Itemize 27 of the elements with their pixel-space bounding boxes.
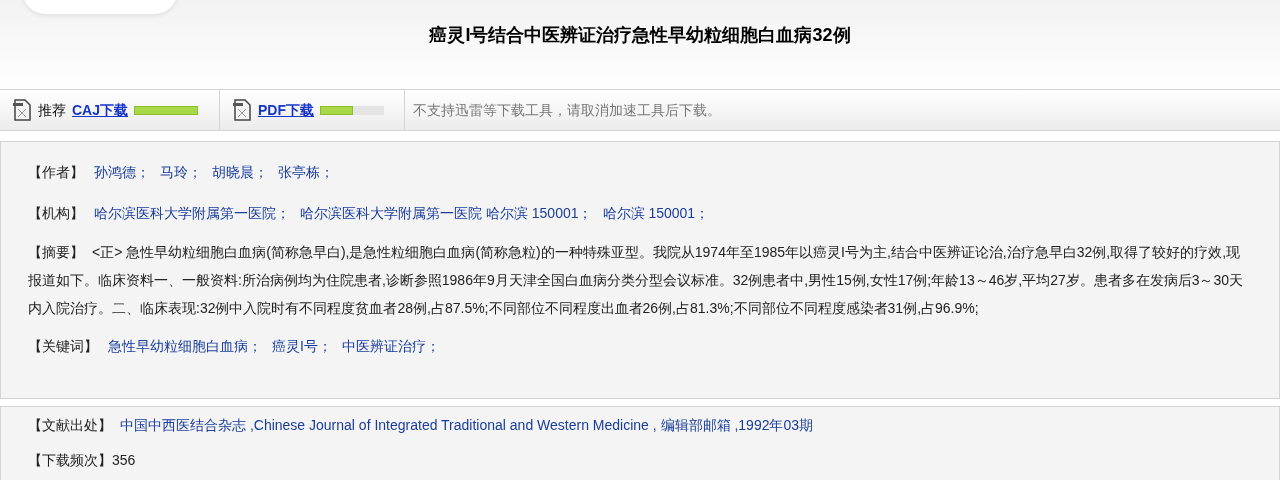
document-icon: [232, 99, 252, 121]
field-label: 【作者】: [28, 163, 84, 182]
field-link[interactable]: 哈尔滨 150001；: [602, 203, 710, 224]
source-link[interactable]: 中国中西医结合杂志 ,Chinese Journal of Integrated Traditional and Western Medicine , 编辑部邮箱 ,1992年03期: [120, 415, 814, 436]
field-label: 【关键词】: [28, 337, 98, 356]
field-label: 【文献出处】: [28, 416, 112, 435]
field-link[interactable]: 孙鸿德；: [94, 162, 150, 183]
field-link[interactable]: 癌灵I号；: [272, 336, 332, 357]
article-title: 癌灵I号结合中医辨证治疗急性早幼粒细胞白血病32例: [429, 24, 851, 47]
field-link[interactable]: 哈尔滨医科大学附属第一医院；: [94, 203, 290, 224]
field-link[interactable]: 急性早幼粒细胞白血病；: [108, 336, 262, 357]
download-link[interactable]: CAJ下载: [72, 99, 128, 121]
rating-bar: [320, 105, 384, 115]
field-link[interactable]: 张亭栋；: [278, 162, 334, 183]
document-icon: [12, 99, 32, 121]
recommend-label: 推荐: [38, 100, 66, 120]
field-link[interactable]: 哈尔滨医科大学附属第一医院 哈尔滨 150001；: [300, 203, 593, 224]
field-link[interactable]: 马玲；: [160, 162, 202, 183]
field-label: 【下载频次】: [28, 451, 112, 470]
field-link[interactable]: 胡晓晨；: [212, 162, 268, 183]
abstract-text: 【摘要】 <正> 急性早幼粒细胞白血病(简称急早白),是急性粒细胞白血病(简称急粒)的一种特殊亚型。我院从1974年至1985年以癌灵I号为主,结合中医辨证论治,治疗急早白32例,取得了较好的疗效,现报道如下。临床资料一、一般资料:所治病例均为住院患者,诊断参照1986年9月天津全国白血病分类分型会议标准。32例患者中,男性15例,女性17例;年龄13～46岁,平均27岁。患者多在发病后3～30天内入院治疗。二、临床表现:32例中入院时有不同程度贫血者28例,占87.5%;不同部位不同程度出血者26例,占81.3%;不同部位不同程度感染者31例,占96.9%;: [28, 243, 1245, 318]
notice-text: 不支持迅雷等下载工具，请取消加速工具后下载。: [413, 100, 721, 120]
field-label: 【机构】: [28, 204, 84, 223]
rating-bar: [134, 105, 198, 115]
download-link[interactable]: PDF下载: [258, 99, 314, 121]
download-count: 356: [112, 451, 136, 470]
field-link[interactable]: 中医辨证治疗；: [341, 336, 440, 357]
